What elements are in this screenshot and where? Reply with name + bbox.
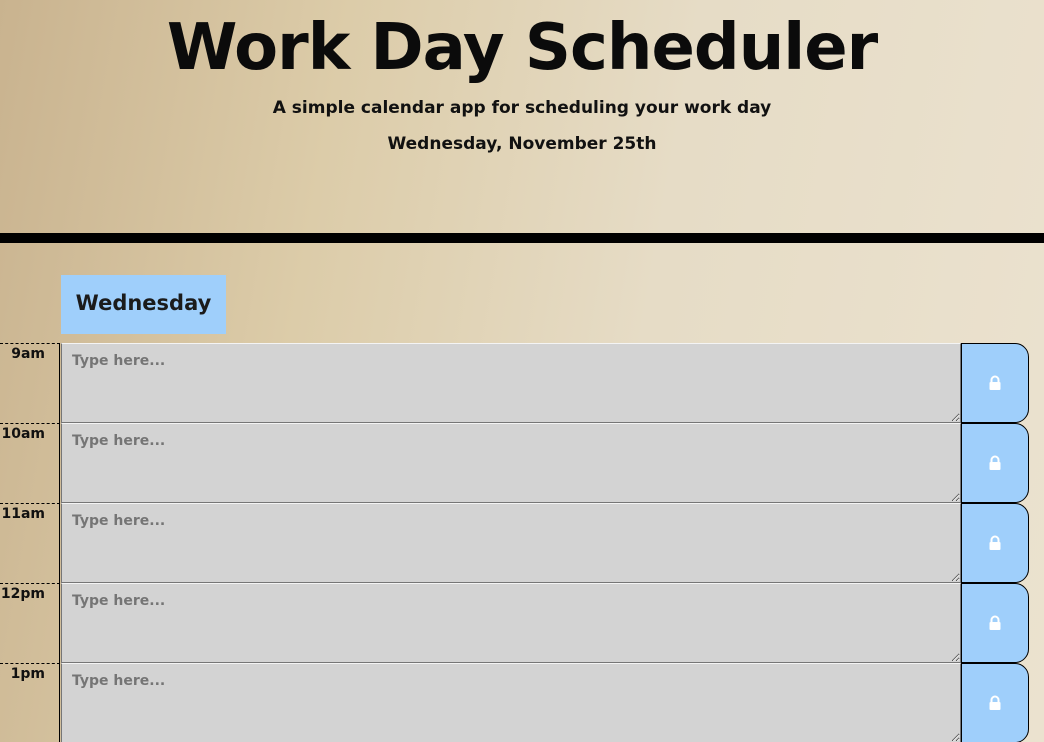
save-button[interactable] — [961, 663, 1029, 742]
hour-label: 1pm — [0, 663, 60, 742]
hour-label: 9am — [0, 343, 60, 423]
time-block-row: 11am — [0, 503, 1044, 583]
event-description-input[interactable] — [61, 423, 961, 503]
header-divider — [0, 233, 1044, 243]
save-button[interactable] — [961, 423, 1029, 503]
event-description-input[interactable] — [61, 583, 961, 663]
hour-label: 11am — [0, 503, 60, 583]
day-header: Wednesday — [61, 275, 226, 334]
lock-icon — [989, 615, 1001, 630]
current-day: Wednesday, November 25th — [387, 134, 657, 154]
event-description-input[interactable] — [61, 663, 961, 742]
save-button[interactable] — [961, 343, 1029, 423]
lock-icon — [989, 535, 1001, 550]
event-description-input[interactable] — [61, 343, 961, 423]
lock-icon — [989, 375, 1001, 390]
time-block-row: 9am — [0, 343, 1044, 423]
page-subtitle: A simple calendar app for scheduling you… — [272, 98, 772, 118]
jumbotron: Work Day Scheduler A simple calendar app… — [0, 0, 1044, 233]
save-button[interactable] — [961, 583, 1029, 663]
hour-label: 12pm — [0, 583, 60, 663]
time-block-row: 10am — [0, 423, 1044, 503]
time-block-row: 12pm — [0, 583, 1044, 663]
lock-icon — [989, 695, 1001, 710]
event-description-input[interactable] — [61, 503, 961, 583]
page-title: Work Day Scheduler — [166, 11, 878, 85]
save-button[interactable] — [961, 503, 1029, 583]
lock-icon — [989, 455, 1001, 470]
time-block-row: 1pm — [0, 663, 1044, 742]
hour-label: 10am — [0, 423, 60, 503]
